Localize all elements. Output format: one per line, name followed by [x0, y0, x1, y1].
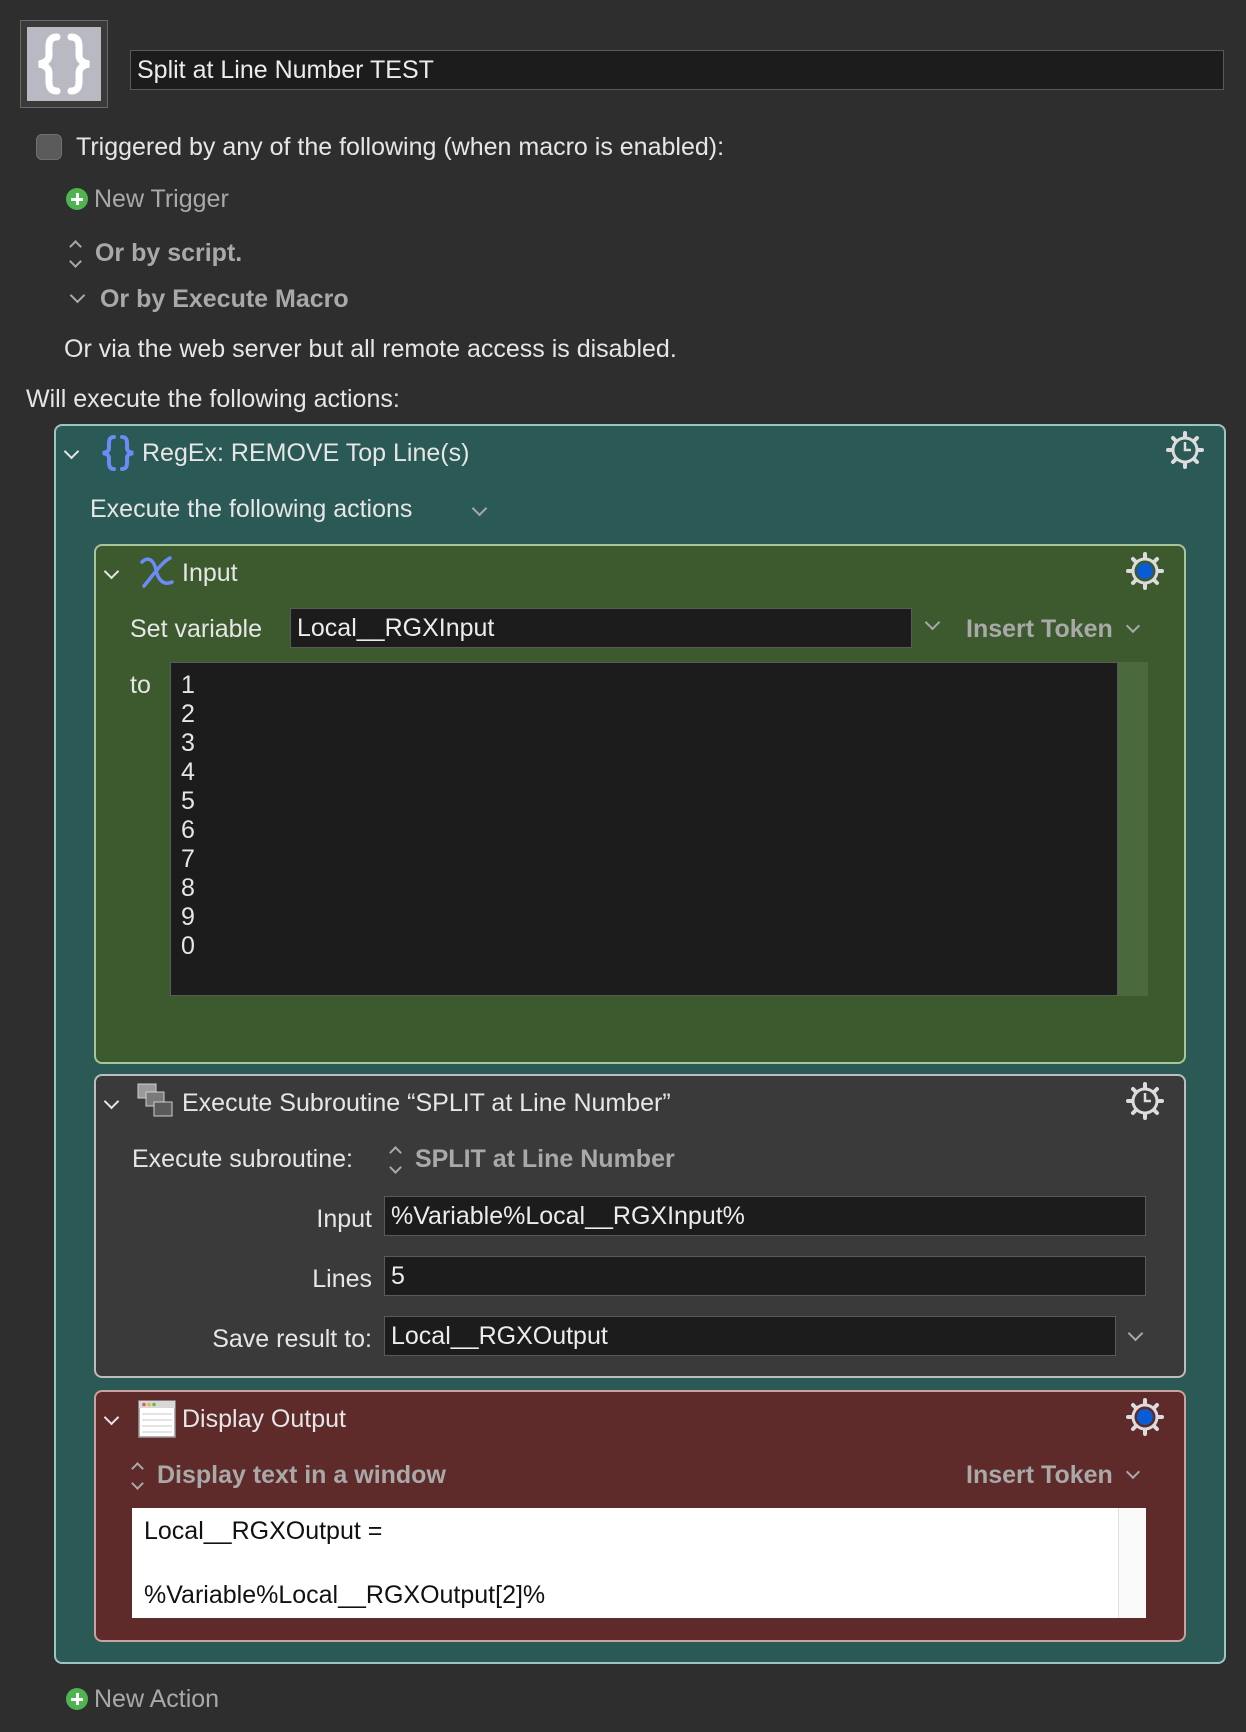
or-by-script-toggle[interactable]: Or by script. [68, 236, 242, 270]
display-text-scrollbar[interactable] [1118, 1508, 1146, 1618]
insert-token-button[interactable]: Insert Token [966, 612, 1140, 646]
updown-icon [388, 1146, 402, 1175]
insert-token-label: Insert Token [966, 615, 1113, 643]
display-insert-token-button[interactable]: Insert Token [966, 1458, 1140, 1492]
group-title: RegEx: REMOVE Top Line(s) [142, 439, 470, 467]
subroutine-select[interactable]: SPLIT at Line Number [388, 1142, 675, 1176]
new-action-plus-icon[interactable] [66, 1688, 88, 1710]
value-line: 9 [181, 903, 195, 931]
insert-token-label: Insert Token [966, 1461, 1113, 1489]
display-mode-select[interactable]: Display text in a window [130, 1458, 446, 1492]
save-result-field[interactable]: Local__RGXOutput [384, 1316, 1116, 1356]
new-trigger-plus-icon[interactable] [66, 188, 88, 210]
macro-name-field[interactable]: Split at Line Number TEST [130, 50, 1224, 90]
value-line: 1 [181, 671, 195, 699]
or-by-execute-macro-label: Or by Execute Macro [99, 285, 349, 313]
trigger-checkbox[interactable] [36, 134, 62, 160]
value-line: 5 [181, 787, 195, 815]
group-execute-label: Execute the following actions [90, 495, 413, 523]
chevron-down-icon [1125, 618, 1140, 634]
to-label: to [130, 671, 151, 699]
variable-name-field[interactable]: Local__RGXInput [290, 608, 912, 648]
gear-icon[interactable] [1126, 1398, 1164, 1436]
trigger-heading: Triggered by any of the following (when … [76, 133, 725, 161]
macro-icon[interactable] [20, 20, 108, 108]
value-lines: 1234567890 [181, 671, 1107, 961]
display-mode-label: Display text in a window [156, 1461, 446, 1489]
gear-icon[interactable] [1126, 552, 1164, 590]
value-line: 4 [181, 758, 195, 786]
new-trigger-button[interactable]: New Trigger [94, 182, 229, 216]
display-text-line-2: %Variable%Local__RGXOutput[2]% [144, 1581, 546, 1609]
lines-label: Lines [312, 1265, 372, 1293]
execute-subroutine-label: Execute subroutine: [132, 1145, 353, 1173]
save-result-label: Save result to: [212, 1325, 372, 1353]
chevron-down-icon [1125, 1464, 1140, 1480]
display-output-title: Display Output [182, 1405, 346, 1433]
set-variable-title: Input [182, 559, 238, 587]
value-line: 3 [181, 729, 195, 757]
web-server-note: Or via the web server but all remote acc… [64, 335, 677, 363]
curly-braces-icon [38, 33, 90, 95]
display-text-area[interactable]: Local__RGXOutput = %Variable%Local__RGXO… [132, 1508, 1118, 1618]
regex-braces-icon [102, 435, 134, 471]
updown-icon [130, 1462, 144, 1491]
gear-clock-icon[interactable] [1126, 1082, 1164, 1120]
subroutine-title: Execute Subroutine “SPLIT at Line Number… [182, 1089, 671, 1117]
actions-heading: Will execute the following actions: [26, 385, 400, 413]
value-textarea[interactable]: 1234567890 [170, 662, 1118, 996]
textarea-scrollbar[interactable] [1118, 662, 1148, 996]
subroutine-windows-icon [137, 1083, 173, 1117]
or-by-execute-macro-toggle[interactable]: Or by Execute Macro [68, 282, 349, 316]
set-variable-label: Set variable [130, 615, 263, 643]
value-line: 2 [181, 700, 195, 728]
lines-field[interactable]: 5 [384, 1256, 1146, 1296]
display-text-line-1: Local__RGXOutput = [144, 1517, 383, 1545]
chevron-down-icon [69, 287, 86, 304]
value-line: 0 [181, 932, 195, 960]
value-line: 7 [181, 845, 195, 873]
new-action-button[interactable]: New Action [94, 1682, 219, 1716]
updown-icon [68, 240, 82, 269]
subroutine-select-label: SPLIT at Line Number [414, 1145, 675, 1173]
input-field[interactable]: %Variable%Local__RGXInput% [384, 1196, 1146, 1236]
or-by-script-label: Or by script. [94, 239, 243, 267]
value-line: 6 [181, 816, 195, 844]
input-label: Input [316, 1205, 372, 1233]
window-icon [138, 1400, 176, 1438]
value-line: 8 [181, 874, 195, 902]
gear-clock-icon[interactable] [1166, 431, 1204, 469]
variable-x-icon [140, 556, 174, 588]
